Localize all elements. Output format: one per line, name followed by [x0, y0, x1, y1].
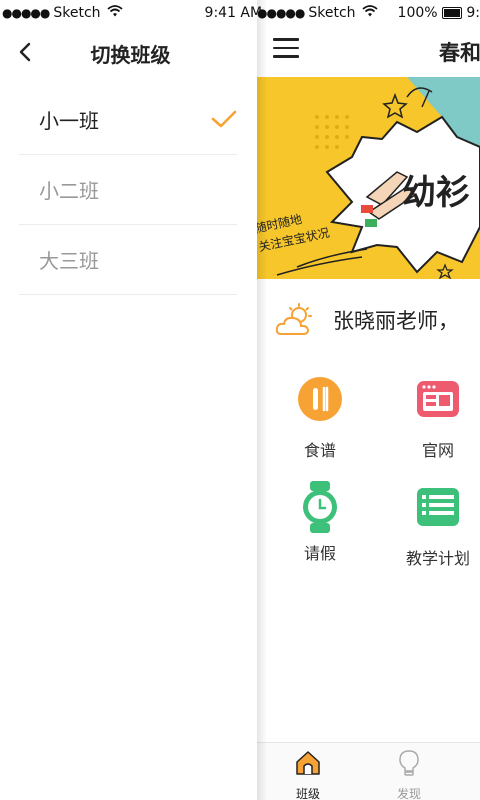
class-switch-drawer: ●●●●● Sketch 9:41 AM 切换班级 小一班 小二班 大三班 — [0, 0, 262, 800]
weather-icon — [275, 303, 312, 335]
battery-icon — [441, 7, 463, 19]
battery-percent: 100% — [397, 5, 438, 21]
drawer-shadow — [257, 0, 267, 800]
banner-headline: 幼衫 — [402, 173, 470, 213]
hamburger-icon[interactable] — [273, 38, 299, 64]
status-bar: ●●●●● Sketch 100% 9: — [257, 0, 480, 26]
check-icon — [211, 110, 237, 128]
wifi-icon — [361, 5, 378, 21]
class-item-xiaoyi[interactable]: 小一班 — [19, 85, 237, 155]
watch-icon — [303, 481, 337, 533]
status-time: 9: — [466, 5, 480, 21]
lightbulb-icon — [399, 750, 419, 776]
tab-class-label: 班级 — [295, 787, 320, 800]
status-time: 9:41 AM — [204, 5, 262, 21]
tab-class[interactable]: 班级 — [278, 749, 338, 800]
wifi-icon — [106, 5, 123, 21]
class-item-label: 大三班 — [39, 249, 99, 273]
menu-recipes-label: 食谱 — [303, 441, 336, 460]
class-list: 小一班 小二班 大三班 — [0, 85, 257, 295]
bottom-tab-bar: 班级 发现 — [257, 742, 480, 800]
list-icon — [417, 488, 459, 526]
official-site-button[interactable]: 官网 — [383, 377, 480, 461]
cutlery-icon — [298, 377, 342, 421]
teaching-plan-label: 教学计划 — [405, 549, 470, 568]
carrier-name: Sketch — [308, 5, 356, 21]
signal-strength: ●●●●● — [2, 6, 50, 20]
carrier-name: Sketch — [53, 5, 101, 21]
class-item-xiaoer[interactable]: 小二班 — [19, 155, 237, 225]
official-site-label: 官网 — [421, 441, 454, 460]
drawer-title: 切换班级 — [90, 43, 171, 67]
teaching-plan-button[interactable]: 教学计划 — [383, 485, 480, 569]
greeting-text: 张晓丽老师， — [333, 309, 459, 333]
drawer-header: 切换班级 — [0, 26, 257, 78]
promo-banner[interactable]: 幼衫 随时随地 关注宝宝状况 — [257, 77, 480, 279]
status-bar: ●●●●● Sketch 9:41 AM — [0, 0, 262, 26]
greeting-row: 张晓丽老师， — [275, 300, 459, 340]
leave-request-label: 请假 — [303, 544, 336, 563]
class-item-label: 小一班 — [39, 109, 99, 133]
app-header: 春和 — [257, 26, 480, 76]
class-item-dasan[interactable]: 大三班 — [19, 225, 237, 295]
main-app-panel: ●●●●● Sketch 100% 9: 春和 幼衫 随时随地 关注宝宝状况 张… — [257, 0, 480, 800]
class-item-label: 小二班 — [39, 179, 99, 203]
home-icon — [296, 751, 320, 775]
leave-request-button[interactable]: 请假 — [265, 480, 375, 564]
website-icon — [417, 381, 459, 417]
tab-discover-label: 发现 — [396, 787, 421, 800]
school-name: 春和 — [439, 41, 480, 65]
menu-recipes-button[interactable]: 食谱 — [265, 377, 375, 461]
tab-discover[interactable]: 发现 — [379, 749, 439, 800]
